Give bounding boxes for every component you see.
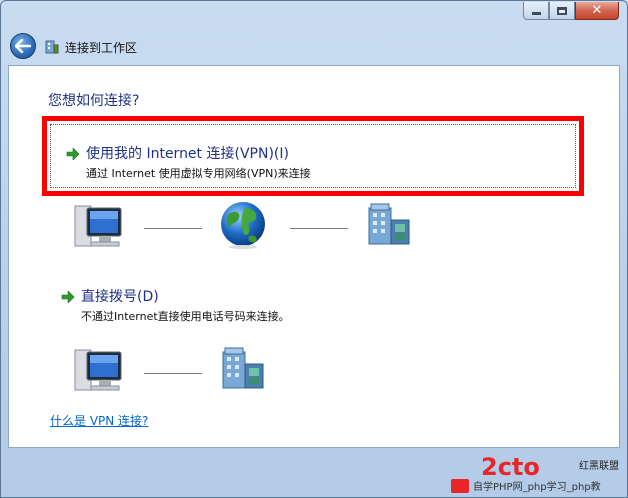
dial-up-option-title: 直接拨号(D) xyxy=(81,289,159,305)
green-arrow-icon xyxy=(66,148,80,160)
back-arrow-icon xyxy=(15,39,31,53)
caption-buttons: ✕ xyxy=(523,2,619,20)
what-is-vpn-link[interactable]: 什么是 VPN 连接? xyxy=(50,412,148,429)
watermark-corner-text: 红黑联盟 xyxy=(579,461,619,472)
vpn-option-description: 通过 Internet 使用虚拟专用网络(VPN)来连接 xyxy=(86,167,311,180)
workplace-building-icon xyxy=(222,347,264,389)
watermark-badge xyxy=(451,479,469,493)
green-arrow-icon xyxy=(61,291,75,303)
dial-up-option-description: 不通过Internet直接使用电话号码来连接。 xyxy=(81,310,290,323)
content-pane: 您想如何连接? 使用我的 Internet 连接(VPN)(I) 通过 Inte… xyxy=(8,65,620,448)
connection-line xyxy=(144,228,202,229)
wizard-window: ✕ 连接到工作区 您想如何连接? 使用我的 Internet 连接(VPN)(I… xyxy=(0,0,628,498)
computer-icon xyxy=(74,205,122,247)
footer-area: 2cto 红黑联盟 自学PHP网_php学习_php教 xyxy=(1,448,627,497)
page-heading: 您想如何连接? xyxy=(48,93,140,109)
internet-globe-icon xyxy=(221,202,265,249)
connection-line xyxy=(144,373,202,374)
connection-line xyxy=(290,228,348,229)
workplace-building-icon xyxy=(368,203,410,245)
close-button[interactable]: ✕ xyxy=(575,2,619,20)
back-button[interactable] xyxy=(10,33,36,59)
watermark: 2cto 红黑联盟 自学PHP网_php学习_php教 xyxy=(451,453,621,495)
watermark-logo: 2cto xyxy=(481,453,540,479)
watermark-caption: 自学PHP网_php学习_php教 xyxy=(473,482,601,493)
close-icon: ✕ xyxy=(591,3,603,18)
workplace-network-icon xyxy=(45,40,59,54)
minimize-icon xyxy=(531,12,541,15)
watermark-logo-text: 2cto xyxy=(481,453,540,479)
minimize-button[interactable] xyxy=(523,2,549,20)
computer-icon xyxy=(74,349,122,391)
navigation-bar: 连接到工作区 xyxy=(1,25,627,65)
vpn-option[interactable]: 使用我的 Internet 连接(VPN)(I) 通过 Internet 使用虚… xyxy=(42,116,584,196)
vpn-option-title: 使用我的 Internet 连接(VPN)(I) xyxy=(86,146,289,162)
wizard-title: 连接到工作区 xyxy=(65,41,138,55)
maximize-icon xyxy=(557,6,567,15)
title-bar: ✕ xyxy=(1,1,627,25)
maximize-button[interactable] xyxy=(549,2,575,20)
dial-up-option[interactable]: 直接拨号(D) 不通过Internet直接使用电话号码来连接。 xyxy=(42,284,584,324)
